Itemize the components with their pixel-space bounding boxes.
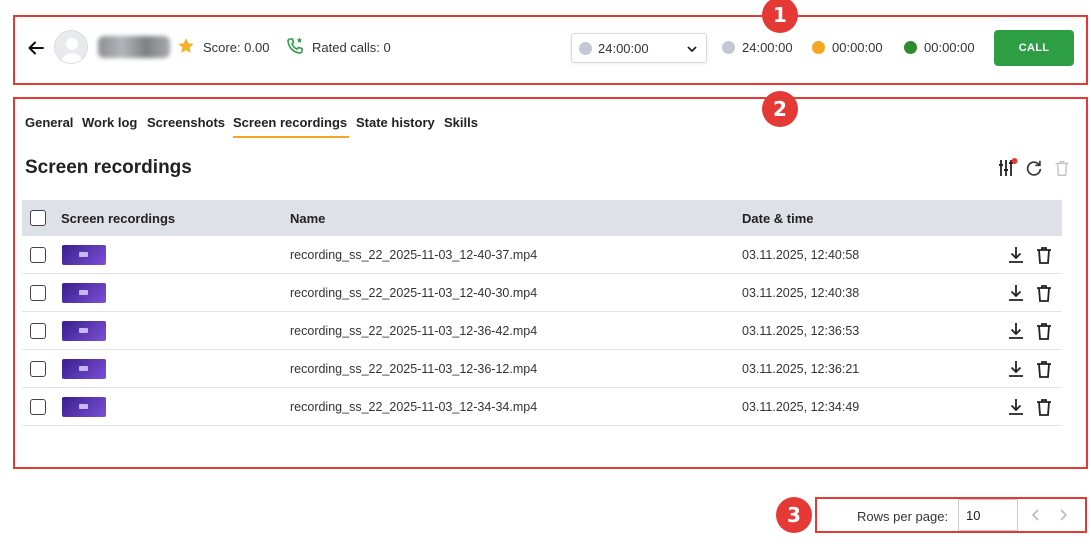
recording-thumbnail[interactable] <box>62 359 106 379</box>
annotation-badge-2: 2 <box>762 91 798 127</box>
row-checkbox[interactable] <box>30 399 46 415</box>
back-arrow-icon[interactable] <box>26 38 46 58</box>
column-header-name: Name <box>290 211 326 226</box>
tab-general[interactable]: General <box>25 115 73 130</box>
timer-dot-gray <box>722 41 735 54</box>
row-checkbox[interactable] <box>30 323 46 339</box>
recording-name[interactable]: recording_ss_22_2025-11-03_12-40-37.mp4 <box>290 248 537 262</box>
recording-datetime: 03.11.2025, 12:40:58 <box>742 248 860 262</box>
annotation-badge-3: 3 <box>776 497 812 533</box>
prev-page-icon[interactable] <box>1027 506 1045 524</box>
recording-thumbnail[interactable] <box>62 283 106 303</box>
download-icon[interactable] <box>1006 245 1026 265</box>
recording-name[interactable]: recording_ss_22_2025-11-03_12-40-30.mp4 <box>290 286 537 300</box>
filter-settings-icon[interactable] <box>997 157 1019 179</box>
call-button[interactable]: CALL <box>994 30 1074 66</box>
tab-state-history[interactable]: State history <box>356 115 435 130</box>
row-checkbox[interactable] <box>30 361 46 377</box>
timer-green-text: 00:00:00 <box>924 40 975 55</box>
row-checkbox[interactable] <box>30 285 46 301</box>
row-checkbox[interactable] <box>30 247 46 263</box>
table-row: recording_ss_22_2025-11-03_12-36-12.mp4 … <box>22 350 1062 388</box>
chevron-down-icon <box>687 46 697 53</box>
next-page-icon[interactable] <box>1054 506 1072 524</box>
recording-name[interactable]: recording_ss_22_2025-11-03_12-36-42.mp4 <box>290 324 537 338</box>
recording-thumbnail[interactable] <box>62 321 106 341</box>
download-icon[interactable] <box>1006 321 1026 341</box>
tab-screenshots[interactable]: Screenshots <box>147 115 225 130</box>
tab-skills[interactable]: Skills <box>444 115 478 130</box>
active-tab-indicator <box>233 136 349 138</box>
download-icon[interactable] <box>1006 283 1026 303</box>
trash-icon[interactable] <box>1034 359 1054 379</box>
select-all-checkbox[interactable] <box>30 210 46 226</box>
recording-datetime: 03.11.2025, 12:34:49 <box>742 400 860 414</box>
table-row: recording_ss_22_2025-11-03_12-40-30.mp4 … <box>22 274 1062 312</box>
table-row: recording_ss_22_2025-11-03_12-40-37.mp4 … <box>22 236 1062 274</box>
timer-dot-green <box>904 41 917 54</box>
recording-datetime: 03.11.2025, 12:40:38 <box>742 286 860 300</box>
column-header-recordings: Screen recordings <box>61 211 176 226</box>
page-title: Screen recordings <box>25 157 192 178</box>
annotation-box-pagination <box>815 497 1087 533</box>
status-time-select[interactable]: 24:00:00 <box>571 33 707 63</box>
tab-work-log[interactable]: Work log <box>82 115 137 130</box>
selected-time-text: 24:00:00 <box>598 41 649 56</box>
agent-name-blurred <box>98 36 170 58</box>
download-icon[interactable] <box>1006 359 1026 379</box>
agent-header: Score: 0.00 Rated calls: 0 24:00:00 24:0… <box>14 16 1088 84</box>
trash-icon[interactable] <box>1034 245 1054 265</box>
trash-icon[interactable] <box>1034 397 1054 417</box>
trash-icon[interactable] <box>1034 283 1054 303</box>
status-dot-gray <box>579 42 592 55</box>
refresh-icon[interactable] <box>1024 158 1044 178</box>
table-row: recording_ss_22_2025-11-03_12-36-42.mp4 … <box>22 312 1062 350</box>
timer-orange-text: 00:00:00 <box>832 40 883 55</box>
timer-total-text: 24:00:00 <box>742 40 793 55</box>
table-row: recording_ss_22_2025-11-03_12-34-34.mp4 … <box>22 388 1062 426</box>
table-header <box>22 200 1062 236</box>
download-icon[interactable] <box>1006 397 1026 417</box>
rated-calls-text: Rated calls: 0 <box>312 40 391 55</box>
recording-thumbnail[interactable] <box>62 245 106 265</box>
avatar <box>54 30 88 64</box>
recording-datetime: 03.11.2025, 12:36:53 <box>742 324 860 338</box>
recording-thumbnail[interactable] <box>62 397 106 417</box>
recording-name[interactable]: recording_ss_22_2025-11-03_12-34-34.mp4 <box>290 400 537 414</box>
recording-datetime: 03.11.2025, 12:36:21 <box>742 362 860 376</box>
star-icon <box>178 38 194 53</box>
delete-all-icon[interactable] <box>1052 158 1072 178</box>
recording-name[interactable]: recording_ss_22_2025-11-03_12-36-12.mp4 <box>290 362 537 376</box>
phone-star-icon <box>287 37 303 54</box>
column-header-datetime: Date & time <box>742 211 814 226</box>
rows-per-page-select[interactable]: 10 <box>958 499 1018 531</box>
tab-screen-recordings[interactable]: Screen recordings <box>233 115 347 130</box>
score-text: Score: 0.00 <box>203 40 270 55</box>
rows-per-page-label: Rows per page: <box>857 509 949 524</box>
timer-dot-orange <box>812 41 825 54</box>
trash-icon[interactable] <box>1034 321 1054 341</box>
